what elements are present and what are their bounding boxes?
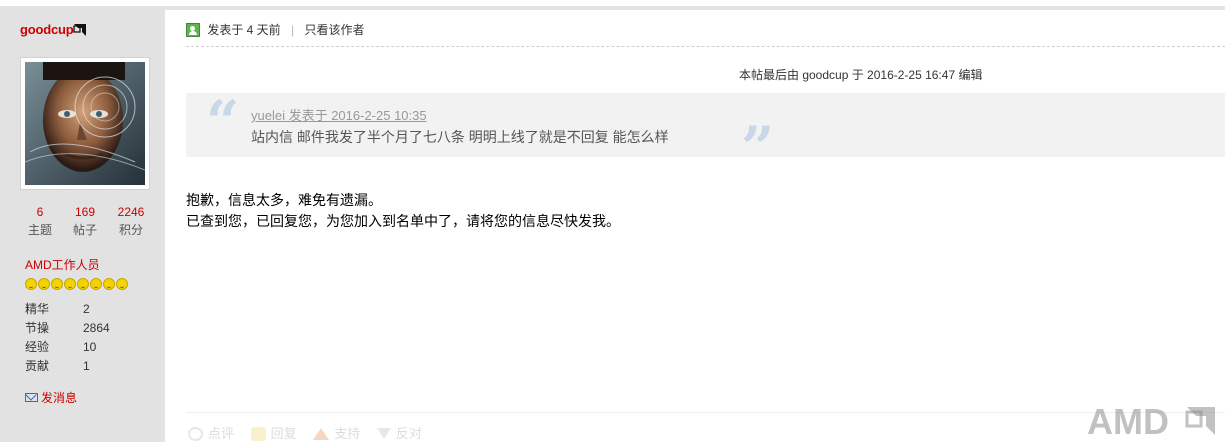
info-row-contribution: 贡献 1 [25, 357, 145, 376]
close-quote-icon: ” [741, 114, 775, 182]
oppose-button[interactable]: 反对 [376, 423, 422, 442]
post-body-line: 已查到您，已回复您，为您加入到名单中了，请将您的信息尽快发我。 [186, 213, 620, 229]
reply-icon [250, 426, 266, 441]
support-button[interactable]: 支持 [313, 423, 360, 442]
avatar-image [25, 62, 145, 185]
thumb-up-icon [313, 427, 330, 440]
rank-stars [25, 278, 129, 292]
quote-text: 站内信 邮件我发了半个月了七八条 明明上线了就是不回复 能怎么样 [251, 129, 669, 145]
rank-star-icon [38, 278, 50, 290]
author-info-table: 精华 2 节操 2864 经验 10 贡献 1 [25, 300, 145, 376]
rank-star-icon [51, 278, 63, 290]
info-key: 贡献 [25, 359, 50, 373]
post-header: 发表于 4 天前 | 只看该作者 [186, 21, 365, 39]
info-key: 经验 [25, 340, 50, 354]
comment-icon [188, 426, 203, 441]
reply-label: 回复 [270, 426, 297, 441]
post-body: 抱歉，信息太多，难免有遗漏。 已查到您，已回复您，为您加入到名单中了，请将您的信… [186, 190, 620, 232]
info-key: 节操 [25, 321, 50, 335]
stat-value: 169 [74, 205, 96, 219]
thumb-down-icon [376, 428, 391, 440]
comment-button[interactable]: 点评 [188, 423, 234, 442]
reply-button[interactable]: 回复 [250, 423, 297, 442]
info-row-integrity: 节操 2864 [25, 319, 145, 338]
post-main: 发表于 4 天前 | 只看该作者 本帖最后由 goodcup 于 2016-2-… [165, 0, 1225, 442]
rank-star-icon [64, 278, 76, 290]
amd-logo-icon [73, 24, 86, 36]
info-value: 10 [83, 340, 97, 354]
oppose-label: 反对 [395, 426, 422, 441]
author-username-link[interactable]: goodcup [20, 22, 74, 37]
footer-divider [186, 412, 1225, 413]
post-top-strip [165, 6, 1225, 10]
header-divider [186, 46, 1225, 47]
quote-source-link[interactable]: yuelei 发表于 2016-2-25 10:35 [251, 105, 427, 124]
rank-star-icon [77, 278, 89, 290]
stat-value: 2246 [117, 205, 145, 219]
send-message-link[interactable]: 发消息 [25, 389, 77, 406]
quote-block: “ yuelei 发表于 2016-2-25 10:35 站内信 邮件我发了半个… [186, 88, 1225, 177]
open-quote-icon: “ [206, 88, 240, 156]
rank-star-icon [90, 278, 102, 290]
stat-label: 主题 [27, 223, 52, 237]
post-actions: 点评 回复 支持 反对 [188, 423, 435, 441]
rank-star-icon [103, 278, 115, 290]
stat-threads[interactable]: 6 主题 [20, 205, 60, 238]
stat-label: 积分 [118, 223, 143, 237]
amd-watermark-logo: AMD [1087, 403, 1215, 438]
info-value: 1 [83, 359, 90, 373]
author-sidebar: goodcup 6 主题 169 帖子 2246 积分 AMD工作人员 精华 2… [0, 0, 165, 442]
sidebar-top-strip [0, 0, 165, 6]
stat-points[interactable]: 2246 积分 [111, 205, 151, 238]
comment-label: 点评 [208, 426, 235, 441]
watermark-text: AMD [1087, 403, 1169, 438]
info-value: 2 [83, 302, 90, 316]
user-group-link[interactable]: AMD工作人员 [25, 256, 100, 273]
stat-label: 帖子 [72, 223, 97, 237]
stat-posts[interactable]: 169 帖子 [65, 205, 105, 238]
info-row-experience: 经验 10 [25, 338, 145, 357]
support-label: 支持 [334, 426, 361, 441]
info-value: 2864 [83, 321, 110, 335]
post-body-line: 抱歉，信息太多，难免有遗漏。 [186, 192, 382, 208]
rank-star-icon [25, 278, 37, 290]
stat-value: 6 [36, 205, 44, 219]
info-key: 精华 [25, 302, 50, 316]
header-separator: | [291, 23, 295, 37]
info-row-digest: 精华 2 [25, 300, 145, 319]
mail-icon [25, 393, 38, 403]
send-message-label: 发消息 [41, 391, 78, 405]
post-time: 发表于 4 天前 [207, 23, 281, 37]
author-avatar[interactable] [20, 57, 150, 190]
edit-note: 本帖最后由 goodcup 于 2016-2-25 16:47 编辑 [739, 68, 983, 82]
only-author-link[interactable]: 只看该作者 [305, 23, 365, 37]
rank-star-icon [116, 278, 128, 290]
online-user-icon [186, 22, 200, 37]
